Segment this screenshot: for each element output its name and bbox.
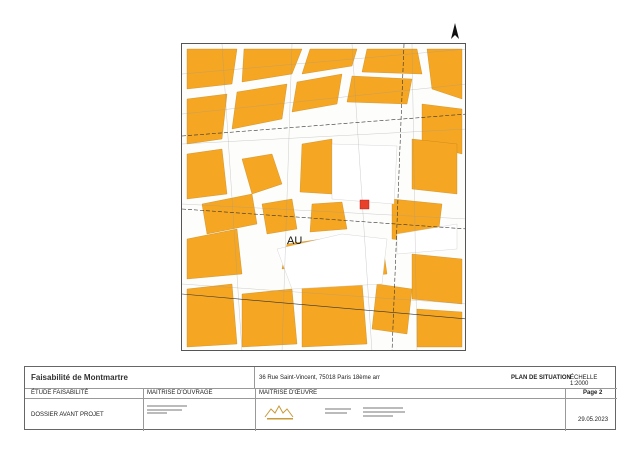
zone-label: AU (287, 235, 302, 247)
architect-label: MAITRISE D'ŒUVRE (259, 390, 318, 396)
document-date: 29.05.2023 (578, 417, 609, 423)
situation-map[interactable]: AU (181, 43, 466, 351)
title-block: Faisabilité de Montmartre 36 Rue Saint-V… (24, 366, 617, 431)
site-parcel-marker[interactable] (359, 199, 370, 210)
owner-label: MAITRISE D'OUVRAGE (147, 390, 213, 396)
phase-label: ÉTUDE FAISABILITÉ (31, 390, 89, 396)
document-label: DOSSIER AVANT PROJET (31, 412, 104, 418)
architect-logo (263, 403, 297, 423)
architect-contact (325, 408, 351, 414)
plan-scale: ÉCHELLE 1:2000 (570, 375, 598, 387)
plan-title: PLAN DE SITUATION (511, 375, 571, 381)
page-number: Page 2 (583, 390, 603, 396)
architect-contact-2 (363, 407, 405, 417)
project-address: 36 Rue Saint-Vincent, 75018 Paris 18ème … (259, 375, 380, 381)
owner-contact (147, 405, 207, 414)
project-title: Faisabilité de Montmartre (31, 373, 128, 382)
